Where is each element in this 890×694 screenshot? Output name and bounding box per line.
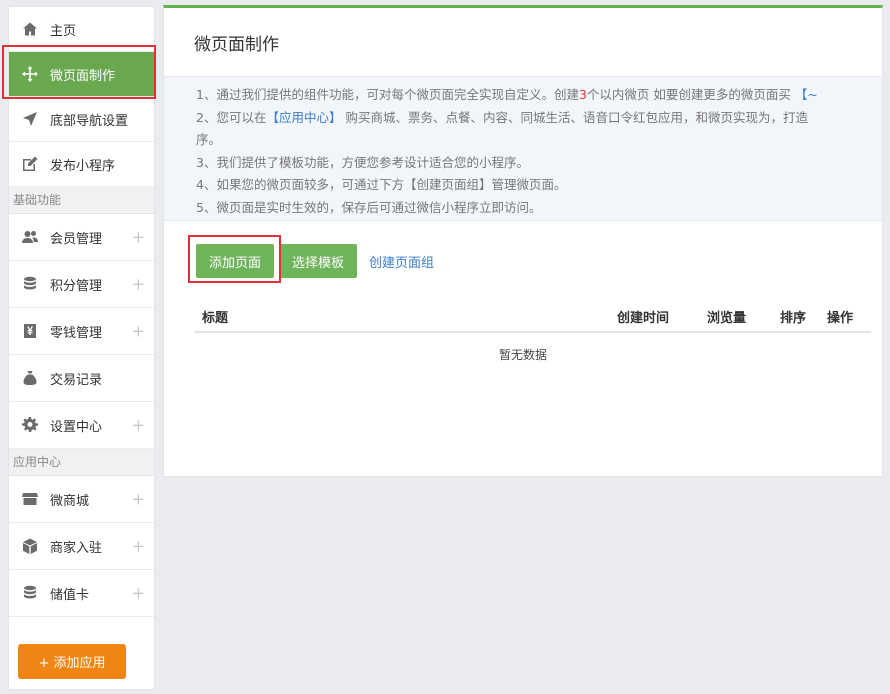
money-bag-icon (21, 369, 39, 387)
notice-link-1[interactable]: 【~ (795, 87, 818, 102)
move-icon (21, 65, 39, 83)
notice-line-5: 5、微页面是实时生效的，保存后可通过微信小程序立即访问。 (196, 199, 542, 215)
toolbar: 添加页面 选择模板 创建页面组 (192, 244, 434, 278)
gear-icon (21, 416, 39, 434)
sidebar-item-publish[interactable]: 发布小程序 (9, 142, 154, 187)
choose-template-button[interactable]: 选择模板 (279, 244, 358, 278)
notice-line-2-cont: 序。 (196, 132, 222, 147)
section-title-apps: 应用中心 (9, 449, 154, 476)
sidebar-item-label: 发布小程序 (50, 158, 116, 174)
expand-icon[interactable]: + (132, 537, 145, 556)
sidebar-item-label: 会员管理 (50, 231, 103, 247)
sidebar-item-label: 交易记录 (50, 372, 103, 388)
sidebar-item-stored-card[interactable]: 储值卡 + (9, 570, 154, 617)
notice-line-2: 2、您可以在【应用中心】 购买商城、票务、点餐、内容、同城生活、语音口令红包应用… (196, 109, 808, 125)
sidebar-item-label: 微页面制作 (50, 68, 116, 84)
sidebar-item-label: 微商城 (50, 493, 90, 509)
sidebar-item-settings[interactable]: 设置中心 + (9, 402, 154, 449)
create-page-group-link[interactable]: 创建页面组 (369, 252, 434, 271)
sidebar-item-label: 商家入驻 (50, 540, 103, 556)
page-title: 微页面制作 (194, 35, 279, 55)
expand-icon[interactable]: + (132, 416, 145, 435)
section-title-basic: 基础功能 (9, 187, 154, 214)
column-views: 浏览量 (707, 311, 747, 326)
column-sort: 排序 (780, 311, 807, 326)
main-panel: 微页面制作 1、通过我们提供的组件功能，可对每个微页面完全实现自定义。创建3个以… (163, 5, 883, 477)
sidebar-item-label: 零钱管理 (50, 325, 103, 341)
empty-state-text: 暂无数据 (498, 348, 547, 362)
app-center-link[interactable]: 【应用中心】 (266, 110, 341, 125)
sidebar-item-label: 储值卡 (50, 587, 90, 603)
column-actions: 操作 (827, 311, 854, 326)
notice-box: 1、通过我们提供的组件功能，可对每个微页面完全实现自定义。创建3个以内微页 如要… (164, 76, 882, 221)
users-icon (21, 228, 39, 246)
add-page-button[interactable]: 添加页面 (196, 244, 275, 278)
page-limit-number: 3 (578, 87, 587, 102)
box-icon (21, 537, 39, 555)
sidebar-item-mall[interactable]: 微商城 + (9, 476, 154, 523)
store-icon (21, 490, 39, 508)
navigation-arrow-icon (21, 110, 39, 128)
sidebar-item-merchant[interactable]: 商家入驻 + (9, 523, 154, 570)
coins-icon (21, 275, 39, 293)
sidebar-item-members[interactable]: 会员管理 + (9, 214, 154, 261)
expand-icon[interactable]: + (132, 275, 145, 294)
sidebar-item-label: 积分管理 (50, 278, 103, 294)
sidebar-item-micro-page[interactable]: 微页面制作 (9, 52, 154, 97)
expand-icon[interactable]: + (132, 228, 145, 247)
notice-line-1: 1、通过我们提供的组件功能，可对每个微页面完全实现自定义。创建3个以内微页 如要… (196, 87, 818, 102)
sidebar: 主页 微页面制作 底部导航设置 发布小程序 基础功能 会员管理 + 积分管理 +… (8, 6, 155, 690)
expand-icon[interactable]: + (132, 490, 145, 509)
notice-line-4: 4、如果您的微页面较多，可通过下方【创建页面组】管理微页面。 (196, 177, 567, 192)
add-app-button[interactable]: + 添加应用 (18, 644, 126, 679)
sidebar-item-change[interactable]: 零钱管理 + (9, 308, 154, 355)
edit-icon (21, 155, 39, 173)
yen-icon (21, 322, 39, 340)
sidebar-item-points[interactable]: 积分管理 + (9, 261, 154, 308)
expand-icon[interactable]: + (132, 584, 145, 603)
sidebar-item-home[interactable]: 主页 (9, 7, 154, 52)
sidebar-item-bottom-nav[interactable]: 底部导航设置 (9, 97, 154, 142)
column-title: 标题 (202, 311, 229, 326)
expand-icon[interactable]: + (132, 322, 145, 341)
sidebar-item-label: 设置中心 (50, 419, 103, 435)
database-icon (21, 584, 39, 602)
sidebar-item-label: 主页 (50, 23, 77, 39)
sidebar-item-transactions[interactable]: 交易记录 (9, 355, 154, 402)
table-header: 标题 创建时间 浏览量 排序 操作 (194, 300, 871, 333)
sidebar-item-label: 底部导航设置 (50, 113, 129, 129)
home-icon (21, 20, 39, 38)
notice-line-3: 3、我们提供了模板功能，方便您参考设计适合您的小程序。 (196, 154, 529, 170)
column-created-time: 创建时间 (617, 311, 670, 326)
